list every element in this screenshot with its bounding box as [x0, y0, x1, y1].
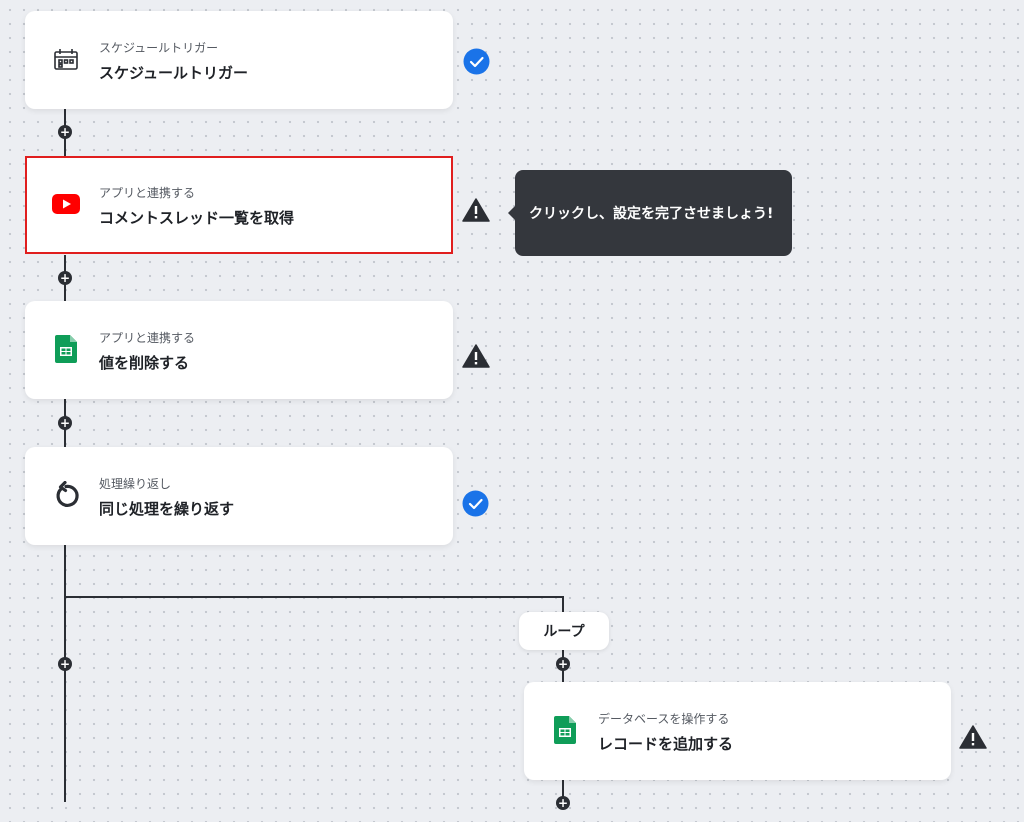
check-circle-icon: [462, 47, 490, 75]
schedule-calendar-icon: [51, 44, 81, 74]
add-step-button[interactable]: +: [556, 796, 570, 810]
loop-arrow-icon: [51, 480, 81, 510]
google-sheets-icon: [51, 334, 81, 364]
warning-icon: [959, 723, 987, 751]
warning-icon: [462, 196, 490, 224]
step-title: レコードを追加する: [598, 735, 734, 753]
step-category: アプリと連携する: [99, 186, 196, 200]
loop-label: ループ: [519, 612, 609, 650]
add-step-button[interactable]: +: [58, 657, 72, 671]
step-title: 値を削除する: [99, 354, 190, 372]
loop-label-text: ループ: [543, 624, 585, 640]
add-step-button[interactable]: +: [58, 416, 72, 430]
step-category: 処理繰り返し: [99, 477, 172, 491]
tooltip-text: クリックし、設定を完了させましょう!: [529, 206, 774, 222]
google-sheets-icon: [550, 715, 580, 745]
flow-step-get-comment-threads[interactable]: アプリと連携する コメントスレッド一覧を取得: [25, 156, 453, 254]
flow-step-delete-values[interactable]: アプリと連携する 値を削除する: [25, 301, 453, 399]
step-title: スケジュールトリガー: [99, 64, 248, 82]
flow-step-add-record[interactable]: データベースを操作する レコードを追加する: [524, 682, 951, 780]
step-category: データベースを操作する: [598, 712, 730, 726]
flow-step-repeat[interactable]: 処理繰り返し 同じ処理を繰り返す: [25, 447, 453, 545]
step-title: コメントスレッド一覧を取得: [99, 209, 295, 227]
step-category: アプリと連携する: [99, 331, 196, 345]
connector-line: [64, 545, 66, 802]
add-step-button[interactable]: +: [58, 271, 72, 285]
add-step-button[interactable]: +: [556, 657, 570, 671]
setup-hint-tooltip: クリックし、設定を完了させましょう!: [508, 170, 792, 256]
flow-step-schedule-trigger[interactable]: スケジュールトリガー スケジュールトリガー: [25, 11, 453, 109]
check-circle-icon: [461, 489, 489, 517]
connector-line: [562, 778, 564, 798]
step-category: スケジュールトリガー: [99, 41, 219, 55]
step-title: 同じ処理を繰り返す: [99, 500, 235, 518]
warning-icon: [462, 342, 490, 370]
add-step-button[interactable]: +: [58, 125, 72, 139]
youtube-icon: [51, 189, 81, 219]
loop-branch-line: [64, 596, 564, 598]
